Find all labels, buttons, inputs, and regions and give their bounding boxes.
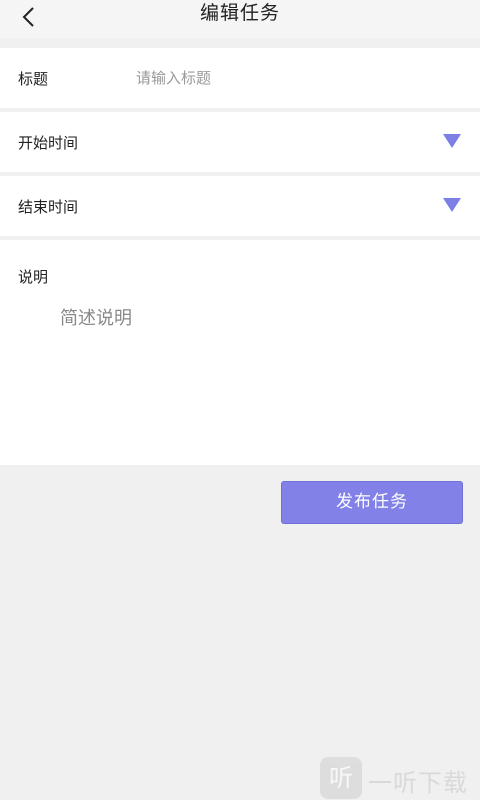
start-time-label: 开始时间 <box>18 134 79 152</box>
end-time-selector[interactable]: 结束时间 <box>0 176 480 236</box>
title-row: 标题 <box>0 48 480 108</box>
watermark-logo-icon: 听 <box>320 757 362 799</box>
app-header: 编辑任务 <box>0 0 480 38</box>
description-row: 说明 <box>0 240 480 465</box>
watermark: 听 一听下载 <box>320 757 480 800</box>
title-input[interactable] <box>136 64 456 92</box>
publish-task-button[interactable]: 发布任务 <box>281 481 463 524</box>
page-title: 编辑任务 <box>199 2 280 24</box>
title-label: 标题 <box>18 70 49 88</box>
end-time-label: 结束时间 <box>18 198 79 216</box>
dropdown-triangle-icon <box>443 134 461 148</box>
description-input[interactable] <box>60 304 450 444</box>
description-label: 说明 <box>18 268 49 286</box>
dropdown-triangle-icon <box>443 198 461 212</box>
watermark-text: 一听下载 <box>368 769 468 797</box>
start-time-selector[interactable]: 开始时间 <box>0 112 480 172</box>
